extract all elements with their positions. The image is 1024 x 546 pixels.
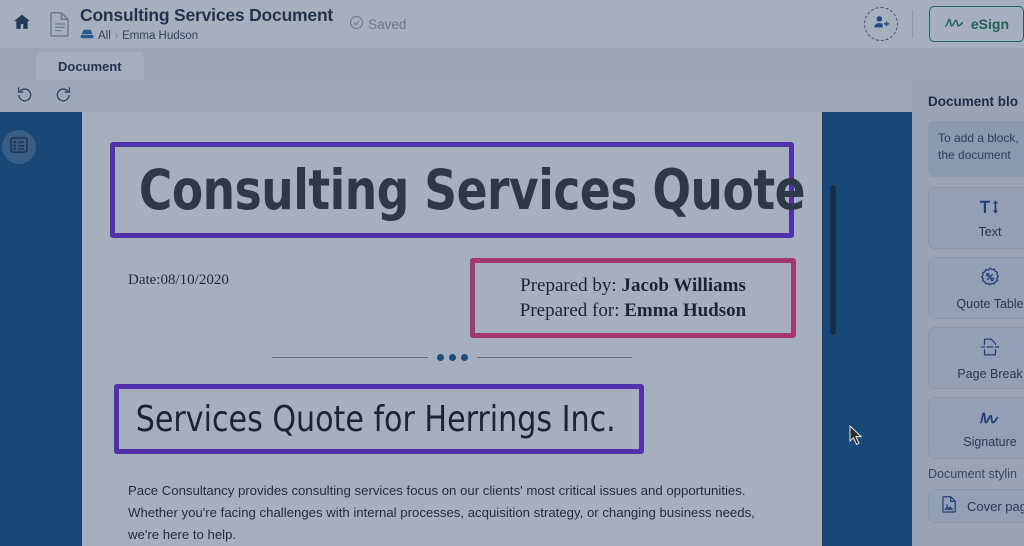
document-title-text: Consulting Services Quote (138, 158, 806, 222)
add-person-icon (872, 13, 890, 36)
saved-status: Saved (349, 15, 406, 33)
canvas-scrollbar[interactable] (830, 185, 836, 335)
home-icon (12, 12, 32, 37)
divider-dot (460, 353, 468, 361)
top-bar: Consulting Services Document All › Emma … (0, 0, 1024, 48)
breadcrumb-separator: › (114, 29, 119, 41)
tab-document[interactable]: Document (36, 52, 144, 80)
sidebar-styling-cover-page[interactable]: Cover pag (928, 489, 1024, 523)
sidebar-block-text[interactable]: Text (928, 187, 1024, 249)
page-title[interactable]: Consulting Services Document (80, 5, 333, 25)
document-subtitle-text: Services Quote for Herrings Inc. (135, 398, 616, 440)
sidebar-block-signature[interactable]: Signature (928, 397, 1024, 459)
divider-line-right (476, 356, 632, 358)
sidebar-hint: To add a block, the document (928, 121, 1024, 177)
document-block-prepared[interactable]: Prepared by: Jacob Williams Prepared for… (470, 258, 796, 338)
sidebar-heading: Document blo (928, 94, 1018, 109)
divider-line-left (272, 356, 428, 358)
blocks-sidebar: Document blo To add a block, the documen… (912, 80, 1024, 546)
page-break-icon (979, 336, 1001, 363)
prepared-for-label: Prepared for: (519, 299, 625, 321)
sidebar-block-quote-table[interactable]: Quote Table (928, 257, 1024, 319)
text-size-icon (979, 198, 1001, 221)
document-page: Consulting Services Quote Date:08/10/202… (82, 112, 822, 546)
title-block: Consulting Services Document All › Emma … (80, 5, 333, 44)
signature-icon (944, 15, 964, 34)
sidebar-block-page-break-label: Page Break (957, 366, 1023, 381)
document-date[interactable]: Date:08/10/2020 (128, 272, 229, 289)
document-outline-icon (9, 135, 29, 160)
app-root: Consulting Services Document All › Emma … (0, 0, 1024, 546)
sidebar-block-text-label: Text (978, 224, 1002, 239)
document-outline-button[interactable] (2, 130, 36, 164)
tab-strip: Document (0, 48, 1024, 80)
prepared-by-label: Prepared by: (520, 274, 622, 296)
toolbar-divider (911, 10, 913, 38)
sidebar-styling-cover-page-label: Cover pag (967, 498, 1024, 514)
document-icon (44, 11, 76, 37)
redo-button[interactable] (52, 85, 74, 107)
home-button[interactable] (0, 12, 44, 37)
sidebar-block-page-break[interactable]: Page Break (928, 327, 1024, 389)
document-canvas: Consulting Services Quote Date:08/10/202… (0, 112, 912, 546)
signature-squiggle-icon (978, 408, 1002, 431)
cover-page-icon (941, 495, 958, 518)
arrow-cursor (849, 424, 865, 452)
redo-icon (54, 85, 72, 108)
editor-toolbar (0, 80, 912, 112)
add-person-button[interactable] (863, 7, 898, 41)
divider-dot (436, 353, 444, 361)
esign-button[interactable]: eSign (928, 6, 1024, 42)
percent-badge-icon (979, 266, 1001, 293)
prepared-by-value: Jacob Williams (621, 274, 746, 296)
check-circle-icon (349, 15, 364, 33)
divider-dots (428, 353, 477, 361)
drawer-icon (80, 28, 94, 44)
esign-label: eSign (970, 16, 1009, 32)
document-body-paragraph[interactable]: Pace Consultancy provides consulting ser… (128, 480, 778, 546)
document-block-title[interactable]: Consulting Services Quote (110, 142, 806, 238)
sidebar-styling-heading: Document stylin (928, 467, 1017, 481)
sidebar-block-quote-table-label: Quote Table (956, 296, 1024, 311)
undo-button[interactable] (14, 85, 36, 107)
saved-label: Saved (368, 16, 407, 32)
divider-dot (448, 353, 456, 361)
tab-document-label: Document (58, 58, 122, 74)
undo-icon (16, 85, 34, 108)
prepared-by-row: Prepared by: Jacob Williams (520, 275, 746, 297)
breadcrumb-root[interactable]: All (98, 29, 111, 43)
section-divider (272, 352, 632, 362)
breadcrumb: All › Emma Hudson (80, 28, 333, 44)
prepared-for-value: Emma Hudson (624, 299, 747, 321)
prepared-for-row: Prepared for: Emma Hudson (520, 300, 746, 322)
document-block-subtitle[interactable]: Services Quote for Herrings Inc. (114, 384, 644, 454)
breadcrumb-current[interactable]: Emma Hudson (122, 29, 198, 43)
top-bar-actions: eSign (863, 6, 1024, 42)
sidebar-block-signature-label: Signature (963, 434, 1017, 449)
